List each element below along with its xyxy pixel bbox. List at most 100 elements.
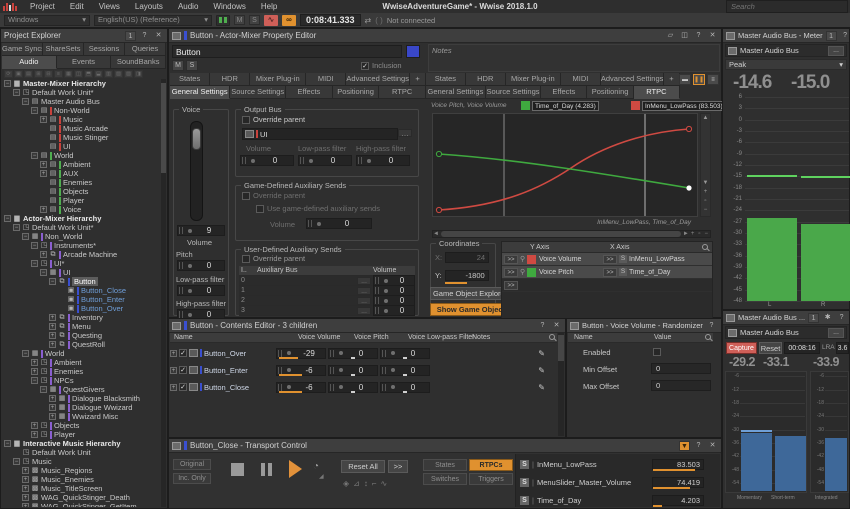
meter-titlebar[interactable]: Master Audio Bus - Meter 1 ? ✕ [723,29,849,43]
pin-icon[interactable]: ▼ [679,440,690,451]
help-icon[interactable]: ? [693,31,704,41]
tree-expander-icon[interactable]: + [170,349,177,357]
tree-expander-icon[interactable]: + [49,395,56,402]
tree-item-wwizard-misc[interactable]: + ▦ Wwizard Misc [2,412,161,421]
tree-expander-icon[interactable]: + [22,476,29,483]
remote-connect-icon[interactable]: ⇄ [365,16,372,25]
loop-toggle-icon[interactable]: ∞ [282,14,296,26]
capture-button[interactable]: Capture [726,342,757,354]
states-toggle[interactable]: States [423,459,467,471]
tree-item-actor-mixer-hierarchy[interactable]: − ▆ Actor-Mixer Hierarchy [2,214,161,223]
explorer-toolbar-icon[interactable]: ▥ [104,70,113,78]
tree-item-interactive-music-hierarchy[interactable]: − ▆ Interactive Music Hierarchy [2,439,161,448]
reset-all-button[interactable]: Reset All [341,460,385,473]
enabled-checkbox[interactable] [653,348,661,356]
tree-expander-icon[interactable]: + [49,413,56,420]
reset-button[interactable]: Reset [759,342,782,354]
original-button[interactable]: Original [173,459,211,470]
tree-expander-icon[interactable]: + [49,314,56,321]
solo-button[interactable]: S [186,60,198,71]
tree-expander-icon[interactable]: + [31,368,38,375]
tree-item-enemies[interactable]: + ◳ Enemies [2,367,161,376]
bus-hpf-field[interactable]: 0 [356,155,410,166]
tab-advanced-settings[interactable]: Advanced Settings [600,73,664,86]
mute-button[interactable]: M [172,60,184,71]
help-icon[interactable]: ? [537,321,548,331]
tree-item-ui[interactable]: − ▦ UI [2,268,161,277]
tree-item-ui[interactable]: − ◳ UI* [2,259,161,268]
browse-bus-button[interactable]: ... [828,327,844,338]
tree-expander-icon[interactable]: + [40,170,47,177]
tree-expander-icon[interactable]: + [40,116,47,123]
tree-item-button-close[interactable]: ▣ Button_Close [2,286,161,295]
tree-item-music[interactable]: − ◳ Music [2,457,161,466]
tree-expander-icon[interactable]: − [22,233,29,240]
randomizer-titlebar[interactable]: Button - Voice Volume - Randomizer ? ✕ [567,319,721,333]
tree-item-ui[interactable]: ▤ UI [2,142,161,151]
tree-expander-icon[interactable]: + [40,206,47,213]
tab-positioning[interactable]: Positioning [587,86,634,99]
tab-add[interactable]: + [663,73,680,86]
assign-y-button[interactable]: >> [504,254,518,264]
menu-audio[interactable]: Audio [171,2,205,11]
save-icon[interactable]: ◫ [679,31,690,41]
contents-row-button-enter[interactable]: + ✓ Button_Enter -6 0 0 ✎ [170,362,557,378]
contents-editor-titlebar[interactable]: Button - Contents Editor - 3 children ? … [169,319,565,333]
legend-inmenu-lowpass[interactable]: InMenu_LowPass (83.503) [631,100,726,111]
explorer-toolbar-icon[interactable]: ▣ [14,70,23,78]
rtpc-curve-graph[interactable] [432,113,698,217]
voice-pitch-field[interactable]: 0 [177,260,225,271]
tree-item-arcade-machine[interactable]: + ⧉ Arcade Machine [2,250,161,259]
tab-hdr[interactable]: HDR [210,73,251,86]
bus-volume-field[interactable]: 0 [240,155,294,166]
plot-scrollbar[interactable]: ▲ ▼ + ▫ − [700,113,711,217]
menu-project[interactable]: Project [23,2,62,11]
tree-expander-icon[interactable]: + [40,251,47,258]
contents-row-button-over[interactable]: + ✓ Button_Over -29 0 0 ✎ [170,345,557,361]
tree-item-player[interactable]: ▤ Player [2,196,161,205]
tree-expander-icon[interactable]: + [22,503,29,507]
browse-bus-button[interactable]: ... [357,276,371,285]
axis-row-voice-pitch[interactable]: >> ⚲ Voice Pitch >> S Time_of_Day [502,266,712,279]
pane-number-icon[interactable]: 1 [825,30,837,41]
coordinate-y-field[interactable]: -1800 [444,270,489,281]
tree-expander-icon[interactable]: − [4,440,11,447]
edit-notes-icon[interactable]: ✎ [538,349,545,358]
tree-expander-icon[interactable]: + [49,341,56,348]
tree-item-default-work-unit[interactable]: − ◳ Default Work Unit* [2,223,161,232]
meter-bus-selector[interactable]: Master Audio Bus ... [725,44,847,57]
tree-expander-icon[interactable]: + [31,431,38,438]
tree-item-player[interactable]: + ◳ Player [2,430,161,439]
menu-edit[interactable]: Edit [63,2,91,11]
include-checkbox[interactable]: ✓ [179,349,187,357]
tree-item-questroll[interactable]: + ⧉ QuestRoll [2,340,161,349]
tab-states[interactable]: States [426,73,466,86]
explorer-toolbar-icon[interactable]: ◨ [134,70,143,78]
tree-item-questgivers[interactable]: − ▦ QuestGivers [2,385,161,394]
tab-sharesets[interactable]: ShareSets [43,43,84,56]
tab-advanced-settings[interactable]: Advanced Settings [346,73,411,86]
tab-midi[interactable]: MIDI [306,73,347,86]
tab-hdr[interactable]: HDR [465,73,506,86]
stop-button[interactable] [231,463,244,476]
tree-expander-icon[interactable]: − [13,89,20,96]
platform-selector[interactable]: Windows ▾ [4,14,90,26]
tree-item-ambient[interactable]: + ◳ Ambient [2,358,161,367]
assign-y-button[interactable]: >> [504,267,518,277]
pause-button-bar2[interactable] [268,463,272,476]
browse-bus-button[interactable]: ... [357,296,371,305]
tree-item-music-titlescreen[interactable]: + ▩ Music_TitleScreen [2,484,161,493]
tree-item-world[interactable]: − ▤ World [2,151,161,160]
tree-expander-icon[interactable]: + [49,404,56,411]
transport-rtpc-menuslider-master-volume[interactable]: S | MenuSlider_Master_Volume 74.419 [520,474,706,490]
tree-expander-icon[interactable]: + [49,323,56,330]
tab-general-settings[interactable]: General Settings [170,86,231,99]
gear-icon[interactable]: ✱ [822,313,833,323]
tree-item-music-enemies[interactable]: + ▩ Music_Enemies [2,475,161,484]
tree-item-objects[interactable]: + ◳ Objects [2,421,161,430]
tree-expander-icon[interactable]: − [40,386,47,393]
assign-x-button[interactable]: >> [603,267,617,277]
layout-single-icon[interactable]: ▬ [679,74,691,85]
tab-queries[interactable]: Queries [125,43,166,56]
plot-hscrollbar[interactable]: ◄ ► + ▫ − [432,230,711,238]
